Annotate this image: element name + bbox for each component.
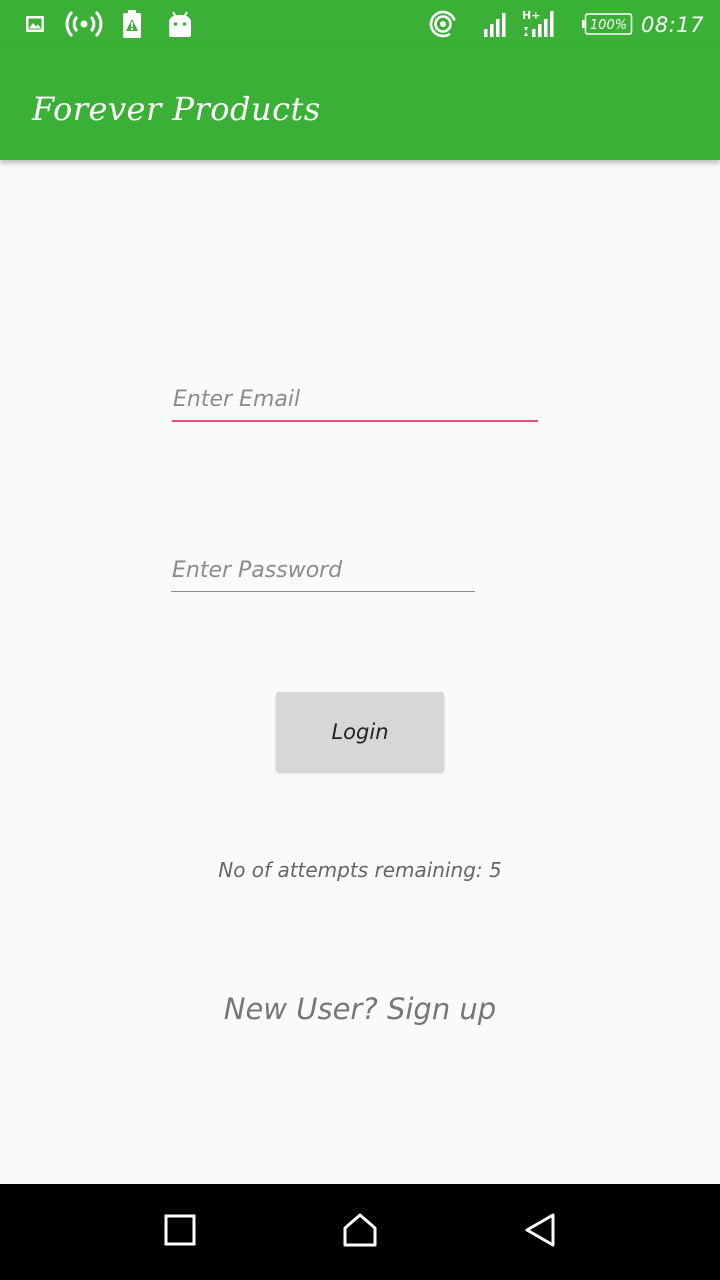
home-button[interactable] — [330, 1202, 390, 1262]
hotspot-icon — [64, 9, 104, 39]
back-button[interactable] — [510, 1202, 570, 1262]
navigation-bar — [0, 1184, 720, 1280]
android-icon — [166, 9, 194, 39]
image-icon — [24, 9, 46, 39]
signal-icon — [482, 9, 508, 39]
recents-icon — [164, 1214, 196, 1250]
signup-link[interactable]: New User? Sign up — [0, 992, 720, 1026]
back-icon — [523, 1212, 557, 1252]
wifi-hotspot-icon — [428, 9, 458, 39]
recents-button[interactable] — [150, 1202, 210, 1262]
svg-text:H+: H+ — [522, 9, 540, 22]
email-input[interactable] — [172, 378, 538, 420]
network-signal-icon: H+ — [520, 9, 562, 39]
battery-percent-text: 100% — [590, 18, 627, 33]
home-icon — [342, 1212, 378, 1252]
battery-icon: 100% — [582, 9, 634, 39]
app-bar: Forever Products — [0, 48, 720, 160]
status-time: 08:17 — [640, 13, 704, 37]
password-input[interactable] — [171, 550, 475, 591]
attempts-remaining-text: No of attempts remaining: 5 — [218, 858, 502, 882]
app-title: Forever Products — [32, 90, 321, 128]
password-field[interactable] — [171, 550, 475, 592]
status-bar: H+ 100% 08:17 — [0, 0, 720, 48]
email-field[interactable] — [172, 378, 538, 422]
battery-alert-icon — [120, 9, 144, 39]
login-button[interactable]: Login — [276, 692, 444, 772]
